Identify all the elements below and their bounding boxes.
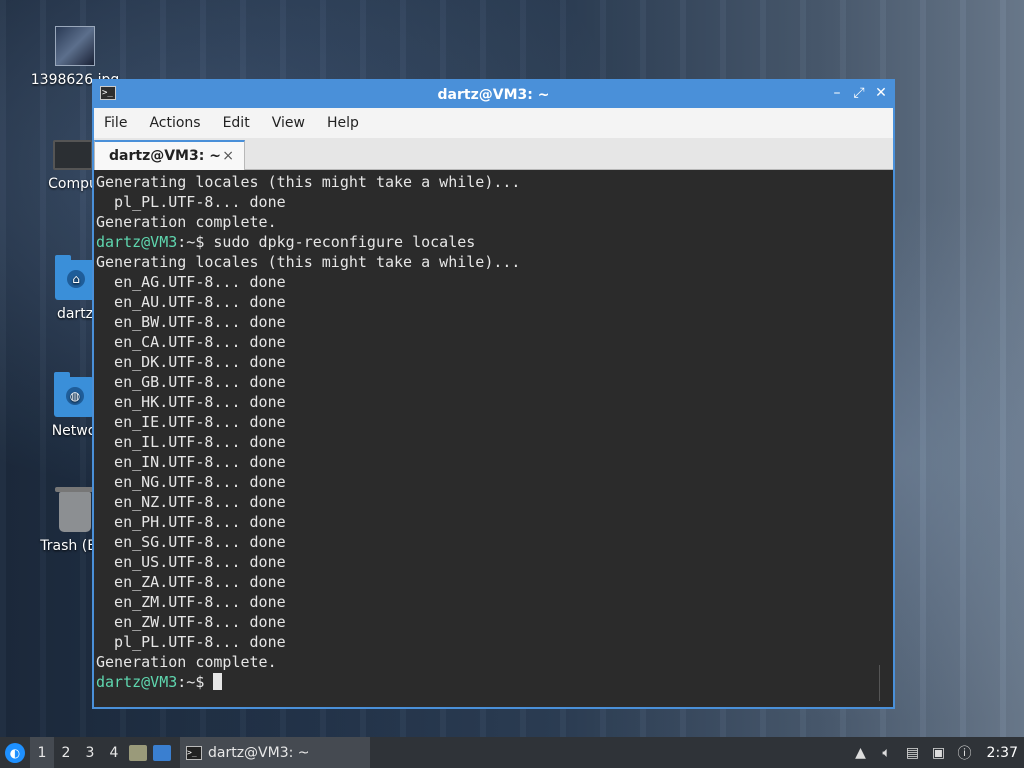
terminal-output-line: en_ZW.UTF-8... done xyxy=(96,613,286,631)
file-manager-launcher[interactable] xyxy=(126,737,150,768)
menu-actions[interactable]: Actions xyxy=(149,115,200,131)
tab-terminal[interactable]: dartz@VM3: ~ × xyxy=(94,140,245,170)
terminal-output-line: en_AU.UTF-8... done xyxy=(96,293,286,311)
prompt-user: dartz@VM3 xyxy=(96,233,178,251)
tab-label: dartz@VM3: ~ xyxy=(109,148,221,164)
window-titlebar[interactable]: >_ dartz@VM3: ~ – ⤢ ✕ xyxy=(94,81,893,108)
prompt-path: :~$ xyxy=(177,233,205,251)
terminal-output-line: Generating locales (this might take a wh… xyxy=(96,253,521,271)
minimize-icon[interactable]: – xyxy=(831,85,843,101)
terminal-output-line: en_GB.UTF-8... done xyxy=(96,373,286,391)
tab-close-icon[interactable]: × xyxy=(222,148,234,164)
window-title: dartz@VM3: ~ xyxy=(437,86,550,103)
taskbar-terminal-task[interactable]: >_ dartz@VM3: ~ xyxy=(180,737,370,768)
menu-file[interactable]: File xyxy=(104,115,127,131)
workspace-2[interactable]: 2 xyxy=(54,737,78,768)
menu-view[interactable]: View xyxy=(272,115,305,131)
start-menu-button[interactable]: ◐ xyxy=(0,737,30,768)
terminal-output-line: en_NZ.UTF-8... done xyxy=(96,493,286,511)
terminal-output-line: en_IL.UTF-8... done xyxy=(96,433,286,451)
prompt-path: :~$ xyxy=(177,673,205,691)
terminal-output-line: en_CA.UTF-8... done xyxy=(96,333,286,351)
task-label: dartz@VM3: ~ xyxy=(208,744,310,761)
terminal-output-line: en_HK.UTF-8... done xyxy=(96,393,286,411)
terminal-window: >_ dartz@VM3: ~ – ⤢ ✕ File Actions Edit … xyxy=(92,79,895,709)
clock[interactable]: 2:37 xyxy=(987,745,1018,761)
menu-bar: File Actions Edit View Help xyxy=(94,108,893,138)
system-tray: ▲ 🔈︎ ▤ ▣ ⓘ 2:37 xyxy=(851,743,1024,763)
terminal-output-line: en_BW.UTF-8... done xyxy=(96,313,286,331)
menu-edit[interactable]: Edit xyxy=(223,115,250,131)
tab-bar: dartz@VM3: ~ × xyxy=(94,138,893,170)
terminal-output-line: en_ZM.UTF-8... done xyxy=(96,593,286,611)
show-desktop-icon xyxy=(153,744,171,761)
terminal-output-line: en_DK.UTF-8... done xyxy=(96,353,286,371)
terminal-output-line: en_AG.UTF-8... done xyxy=(96,273,286,291)
home-folder-icon: ⌂ xyxy=(55,255,95,300)
terminal-output-line: Generation complete. xyxy=(96,653,277,671)
prompt-command xyxy=(204,673,213,691)
home-icon: ⌂ xyxy=(67,270,85,288)
terminal-output-line: en_IN.UTF-8... done xyxy=(96,453,286,471)
terminal-output-line: en_US.UTF-8... done xyxy=(96,553,286,571)
terminal-output-line: en_IE.UTF-8... done xyxy=(96,413,286,431)
menu-help[interactable]: Help xyxy=(327,115,359,131)
lubuntu-logo-icon: ◐ xyxy=(5,742,25,763)
update-icon[interactable]: ▲ xyxy=(851,743,871,763)
terminal-prompt-line: dartz@VM3:~$ sudo dpkg-reconfigure local… xyxy=(96,232,893,252)
terminal-cursor xyxy=(213,673,223,690)
clipboard-icon[interactable]: ▤ xyxy=(903,743,923,763)
terminal-output-line: pl_PL.UTF-8... done xyxy=(96,193,286,211)
terminal-output-line: Generating locales (this might take a wh… xyxy=(96,173,521,191)
terminal-output-line: Generation complete. xyxy=(96,213,277,231)
terminal-output-line: en_SG.UTF-8... done xyxy=(96,533,286,551)
globe-icon: ◍ xyxy=(66,387,84,405)
terminal-output-line: en_ZA.UTF-8... done xyxy=(96,573,286,591)
terminal-output-line: pl_PL.UTF-8... done xyxy=(96,633,286,651)
prompt-command: sudo dpkg-reconfigure locales xyxy=(204,233,476,251)
terminal-task-icon: >_ xyxy=(186,745,202,760)
terminal-prompt-line: dartz@VM3:~$ xyxy=(96,672,893,692)
network-icon[interactable]: ▣ xyxy=(929,743,949,763)
terminal-output-line: en_NG.UTF-8... done xyxy=(96,473,286,491)
workspace-3[interactable]: 3 xyxy=(78,737,102,768)
volume-icon[interactable]: 🔈︎ xyxy=(877,743,897,763)
workspace-1[interactable]: 1 xyxy=(30,737,54,768)
prompt-user: dartz@VM3 xyxy=(96,673,178,691)
notification-icon[interactable]: ⓘ xyxy=(955,743,975,763)
network-folder-icon: ◍ xyxy=(54,372,94,417)
terminal-output-line: en_PH.UTF-8... done xyxy=(96,513,286,531)
trash-icon xyxy=(55,487,95,532)
close-icon[interactable]: ✕ xyxy=(875,85,887,101)
show-desktop-launcher[interactable] xyxy=(150,737,174,768)
terminal-output[interactable]: Generating locales (this might take a wh… xyxy=(94,172,893,707)
workspace-4[interactable]: 4 xyxy=(102,737,126,768)
terminal-app-icon[interactable]: >_ xyxy=(100,86,116,100)
file-manager-icon xyxy=(129,744,147,761)
terminal-scrollbar[interactable] xyxy=(879,665,885,701)
image-file-icon xyxy=(55,26,95,66)
maximize-icon[interactable]: ⤢ xyxy=(853,85,865,101)
taskbar: ◐ 1 2 3 4 >_ dartz@VM3: ~ ▲ 🔈︎ ▤ ▣ ⓘ 2:3… xyxy=(0,737,1024,768)
computer-icon xyxy=(53,140,93,170)
